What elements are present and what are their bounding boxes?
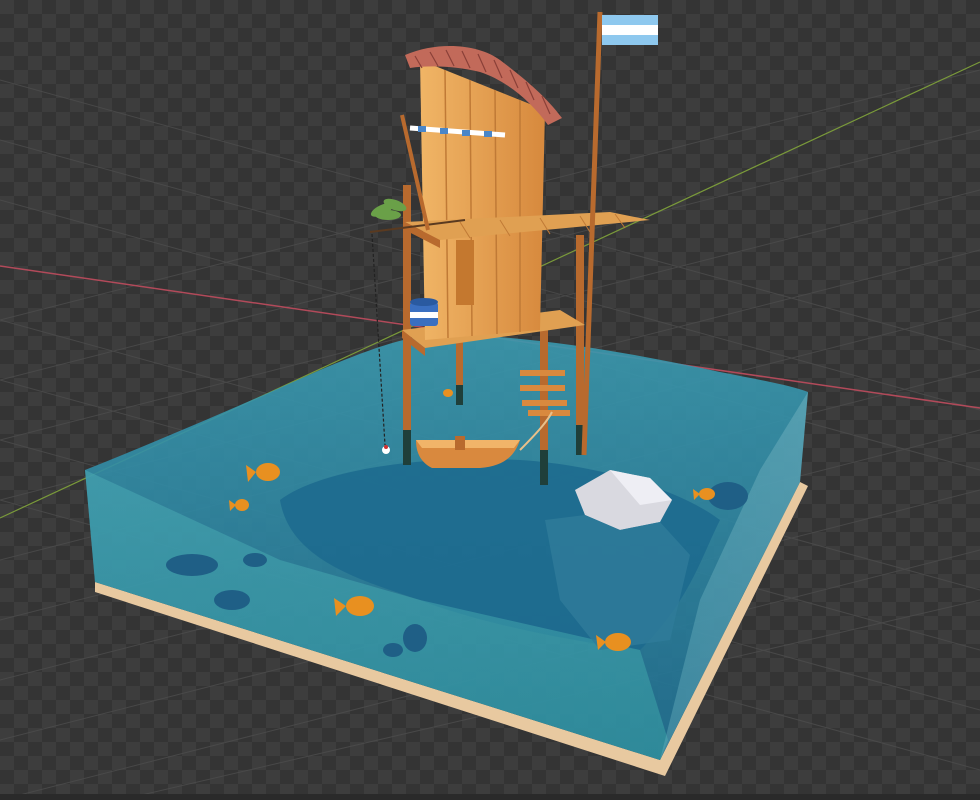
plant[interactable] bbox=[369, 196, 408, 220]
3d-viewport[interactable] bbox=[0, 0, 980, 800]
bucket[interactable] bbox=[410, 298, 438, 326]
bobber-top bbox=[384, 445, 388, 449]
viewport-scene[interactable] bbox=[0, 0, 980, 800]
stilt-house[interactable] bbox=[420, 60, 545, 340]
fish-6[interactable] bbox=[443, 389, 453, 397]
flag[interactable] bbox=[602, 15, 658, 45]
house-door[interactable] bbox=[456, 240, 474, 305]
viewport-footer-strip bbox=[0, 794, 980, 800]
